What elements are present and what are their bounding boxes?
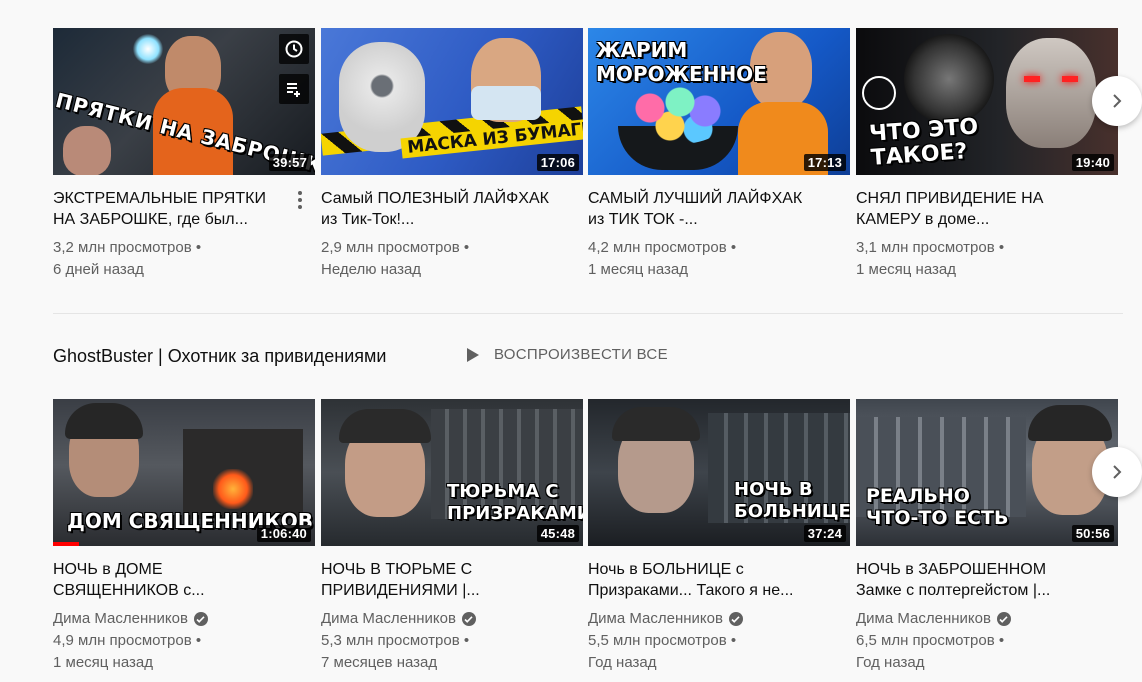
- video-thumbnail[interactable]: ТЮРЬМА С ПРИЗРАКАМИ 45:48: [321, 399, 583, 546]
- video-thumbnail[interactable]: ЧТО ЭТО ТАКОЕ? 19:40: [856, 28, 1118, 175]
- play-all-label: ВОСПРОИЗВЕСТИ ВСЕ: [494, 346, 668, 363]
- video-card[interactable]: ДОМ СВЯЩЕННИКОВ ЖАРИМ МОРОЖЕННОЕ 17:13 С…: [588, 28, 850, 281]
- watch-later-button[interactable]: [279, 34, 309, 64]
- next-arrow-button[interactable]: [1092, 447, 1142, 497]
- duration-badge: 50:56: [1071, 525, 1114, 542]
- video-title[interactable]: НОЧЬ в ДОМЕ СВЯЩЕННИКОВ с...: [53, 559, 283, 601]
- duration-badge: 37:24: [803, 525, 846, 542]
- chevron-right-icon: [1113, 465, 1122, 479]
- thumbnail-caption: ТЮРЬМА С ПРИЗРАКАМИ: [447, 481, 583, 524]
- view-count: 5,5 млн просмотров •: [588, 632, 737, 649]
- video-meta: Дима Масленников 4,9 млн просмотров • 1 …: [53, 608, 315, 674]
- view-count: 5,3 млн просмотров •: [321, 632, 470, 649]
- thumbnail-caption: РЕАЛЬНО ЧТО-ТО ЕСТЬ: [866, 485, 1009, 529]
- duration-badge: 17:06: [536, 154, 579, 171]
- more-actions-icon[interactable]: [293, 188, 307, 212]
- duration-badge: 39:57: [268, 154, 311, 171]
- duration-badge: 19:40: [1071, 154, 1114, 171]
- video-meta: 4,2 млн просмотров • 1 месяц назад: [588, 237, 850, 281]
- video-thumbnail[interactable]: ДОМ СВЯЩЕННИКОВ 1:06:40: [53, 399, 315, 546]
- video-thumbnail[interactable]: МАСКА ИЗ БУМАГИ 17:06: [321, 28, 583, 175]
- video-thumbnail[interactable]: ПРЯТКИ НА ЗАБРОШКЕ 39:57: [53, 28, 315, 175]
- video-title[interactable]: НОЧЬ В ТЮРЬМЕ С ПРИВИДЕНИЯМИ |...: [321, 559, 551, 601]
- video-card[interactable]: ЧТО ЭТО ТАКОЕ? 19:40 СНЯЛ ПРИВИДЕНИЕ НА …: [856, 28, 1118, 281]
- view-count: 4,9 млн просмотров •: [53, 632, 202, 649]
- watch-progress: [53, 542, 80, 546]
- upload-age: 6 дней назад: [53, 261, 144, 278]
- thumbnail-caption: НОЧЬ В БОЛЬНИЦЕ: [734, 479, 850, 522]
- video-meta: Дима Масленников 5,5 млн просмотров • Го…: [588, 608, 850, 674]
- video-thumbnail[interactable]: РЕАЛЬНО ЧТО-ТО ЕСТЬ 50:56: [856, 399, 1118, 546]
- video-title[interactable]: НОЧЬ в ЗАБРОШЕННОМ Замке с полтергейстом…: [856, 559, 1086, 601]
- upload-age: Год назад: [588, 654, 657, 671]
- channel-name: Дима Масленников: [321, 610, 456, 627]
- verified-check-icon: [461, 612, 476, 626]
- video-title[interactable]: Самый ПОЛЕЗНЫЙ ЛАЙФХАК из Тик-Ток!...: [321, 188, 551, 230]
- thumbnail-caption: ЧТО ЭТО ТАКОЕ?: [868, 114, 979, 171]
- channel-name: Дима Масленников: [53, 610, 188, 627]
- view-count: 4,2 млн просмотров •: [588, 239, 737, 256]
- channel-link[interactable]: Дима Масленников: [53, 608, 315, 630]
- video-title[interactable]: СНЯЛ ПРИВИДЕНИЕ НА КАМЕРУ в доме...: [856, 188, 1086, 230]
- upload-age: Год назад: [856, 654, 925, 671]
- clock-icon: [285, 40, 303, 58]
- next-arrow-button[interactable]: [1092, 76, 1142, 126]
- video-meta: Дима Масленников 5,3 млн просмотров • 7 …: [321, 608, 583, 674]
- channel-link[interactable]: Дима Масленников: [588, 608, 850, 630]
- video-title[interactable]: Ночь в БОЛЬНИЦЕ с Призраками... Такого я…: [588, 559, 818, 601]
- channel-name: Дима Масленников: [856, 610, 991, 627]
- add-to-queue-button[interactable]: [279, 74, 309, 104]
- upload-age: 1 месяц назад: [588, 261, 688, 278]
- video-row-shelf: ДОМ СВЯЩЕННИКОВ 1:06:40 НОЧЬ в ДОМЕ СВЯЩ…: [53, 399, 1123, 671]
- video-meta: 3,1 млн просмотров • 1 месяц назад: [856, 237, 1118, 281]
- view-count: 3,1 млн просмотров •: [856, 239, 1005, 256]
- duration-badge: 45:48: [536, 525, 579, 542]
- upload-age: Неделю назад: [321, 261, 422, 278]
- verified-check-icon: [728, 612, 743, 626]
- play-icon: [467, 347, 479, 362]
- video-thumbnail[interactable]: НОЧЬ В БОЛЬНИЦЕ 37:24: [588, 399, 850, 546]
- video-card[interactable]: ДОМ СВЯЩЕННИКОВ 1:06:40 НОЧЬ в ДОМЕ СВЯЩ…: [53, 399, 315, 674]
- video-card[interactable]: НОЧЬ В БОЛЬНИЦЕ 37:24 Ночь в БОЛЬНИЦЕ с …: [588, 399, 850, 674]
- duration-badge: 1:06:40: [256, 525, 311, 542]
- video-meta: 2,9 млн просмотров • Неделю назад: [321, 237, 583, 281]
- view-count: 3,2 млн просмотров •: [53, 239, 202, 256]
- channel-link[interactable]: Дима Масленников: [856, 608, 1118, 630]
- view-count: 2,9 млн просмотров •: [321, 239, 470, 256]
- video-row-recommended: ПРЯТКИ НА ЗАБРОШКЕ 39:57 ЭКСТРЕМАЛЬНЫЕ П…: [53, 28, 1123, 288]
- thumbnail-caption: ЖАРИМ МОРОЖЕННОЕ: [596, 38, 767, 86]
- section-divider: [53, 313, 1123, 314]
- shelf-title[interactable]: GhostBuster | Охотник за привидениями: [53, 346, 386, 367]
- video-card[interactable]: ПРЯТКИ НА ЗАБРОШКЕ 39:57 ЭКСТРЕМАЛЬНЫЕ П…: [53, 28, 315, 281]
- video-card[interactable]: МАСКА ИЗ БУМАГИ 17:06 Самый ПОЛЕЗНЫЙ ЛАЙ…: [321, 28, 583, 281]
- channel-name: Дима Масленников: [588, 610, 723, 627]
- video-card[interactable]: РЕАЛЬНО ЧТО-ТО ЕСТЬ 50:56 НОЧЬ в ЗАБРОШЕ…: [856, 399, 1118, 674]
- channel-link[interactable]: Дима Масленников: [321, 608, 583, 630]
- duration-badge: 17:13: [803, 154, 846, 171]
- video-card[interactable]: ТЮРЬМА С ПРИЗРАКАМИ 45:48 НОЧЬ В ТЮРЬМЕ …: [321, 399, 583, 674]
- video-meta: Дима Масленников 6,5 млн просмотров • Го…: [856, 608, 1118, 674]
- upload-age: 1 месяц назад: [856, 261, 956, 278]
- video-title[interactable]: ЭКСТРЕМАЛЬНЫЕ ПРЯТКИ НА ЗАБРОШКЕ, где бы…: [53, 188, 283, 230]
- queue-icon: [287, 83, 300, 97]
- verified-check-icon: [193, 612, 208, 626]
- video-thumbnail[interactable]: ДОМ СВЯЩЕННИКОВ ЖАРИМ МОРОЖЕННОЕ 17:13: [588, 28, 850, 175]
- verified-check-icon: [996, 612, 1011, 626]
- chevron-right-icon: [1113, 94, 1122, 108]
- upload-age: 1 месяц назад: [53, 654, 153, 671]
- view-count: 6,5 млн просмотров •: [856, 632, 1005, 649]
- upload-age: 7 месяцев назад: [321, 654, 438, 671]
- video-title[interactable]: САМЫЙ ЛУЧШИЙ ЛАЙФХАК из ТИК ТОК -...: [588, 188, 818, 230]
- play-all-button[interactable]: ВОСПРОИЗВЕСТИ ВСЕ: [466, 346, 668, 363]
- video-meta: 3,2 млн просмотров • 6 дней назад: [53, 237, 315, 281]
